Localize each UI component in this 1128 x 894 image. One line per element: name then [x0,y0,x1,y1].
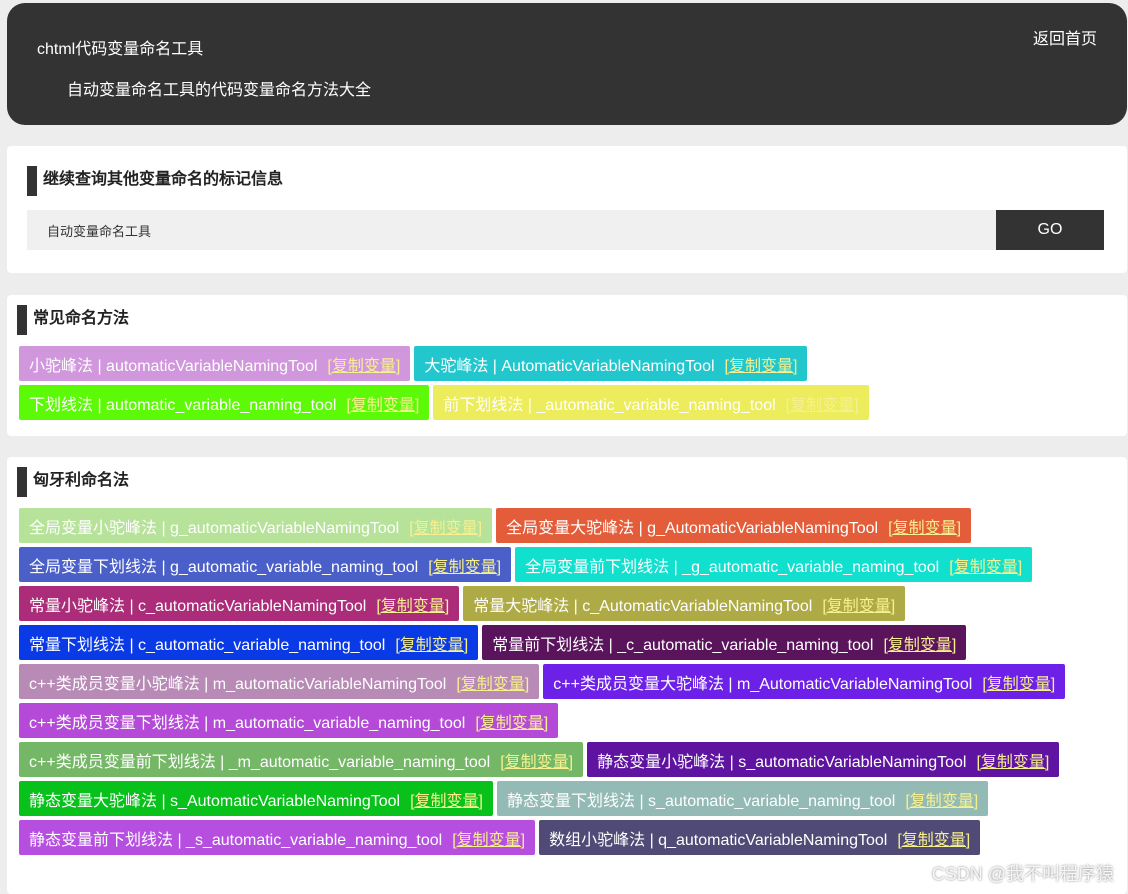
go-button[interactable]: GO [996,210,1104,250]
naming-tag: 常量下划线法 | c_automatic_variable_naming_too… [19,625,479,660]
naming-tag-text: c++类成员变量大驼峰法 | m_AutomaticVariableNaming… [553,675,973,693]
hungarian-tag-list: 全局变量小驼峰法 | g_automaticVariableNamingTool… [19,508,1119,859]
search-section-title: 继续查询其他变量命名的标记信息 [27,166,283,196]
search-input[interactable] [27,210,997,250]
copy-variable-link[interactable]: [复制变量] [475,709,548,733]
naming-tag-text: 数组小驼峰法 | q_automaticVariableNamingTool [549,831,888,849]
naming-tag-text: c++类成员变量小驼峰法 | m_automaticVariableNaming… [29,675,447,693]
naming-tag: 常量大驼峰法 | c_AutomaticVariableNamingTool [复… [463,586,906,621]
naming-tag: 全局变量小驼峰法 | g_automaticVariableNamingTool… [19,508,493,543]
naming-tag-text: 常量小驼峰法 | c_automaticVariableNamingTool [29,597,367,615]
naming-tag-text: 全局变量小驼峰法 | g_automaticVariableNamingTool [29,519,400,537]
copy-variable-link[interactable]: [复制变量] [822,592,895,616]
hungarian-section-title: 匈牙利命名法 [17,467,129,497]
naming-tag-text: 静态变量前下划线法 | _s_automatic_variable_naming… [29,831,443,849]
copy-variable-link[interactable]: [复制变量] [897,826,970,850]
page-header: chtml代码变量命名工具 自动变量命名工具的代码变量命名方法大全 返回首页 [7,3,1127,125]
copy-variable-link[interactable]: [复制变量] [883,631,956,655]
copy-variable-link[interactable]: [复制变量] [725,352,798,376]
copy-variable-link[interactable]: [复制变量] [905,787,978,811]
copy-variable-link[interactable]: [复制变量] [410,787,483,811]
naming-tag-text: 全局变量下划线法 | g_automatic_variable_naming_t… [29,558,419,576]
app-title: chtml代码变量命名工具 [37,41,204,58]
copy-variable-link[interactable]: [复制变量] [395,631,468,655]
copy-variable-link[interactable]: [复制变量] [976,748,1049,772]
watermark: CSDN @我不叫程序猿 [931,864,1114,884]
copy-variable-link[interactable]: [复制变量] [786,391,859,415]
home-link[interactable]: 返回首页 [1033,25,1097,49]
copy-variable-link[interactable]: [复制变量] [327,352,400,376]
naming-tag-text: c++类成员变量前下划线法 | _m_automatic_variable_na… [29,753,491,771]
copy-variable-link[interactable]: [复制变量] [346,391,419,415]
naming-tag-text: 静态变量下划线法 | s_automatic_variable_naming_t… [507,792,896,810]
naming-tag: 静态变量小驼峰法 | s_automaticVariableNamingTool… [587,742,1060,777]
naming-tag-text: 全局变量大驼峰法 | g_AutomaticVariableNamingTool [506,519,879,537]
search-card: 继续查询其他变量命名的标记信息 GO [7,146,1127,273]
common-naming-card: 常见命名方法 小驼峰法 | automaticVariableNamingToo… [7,295,1127,436]
naming-tag-text: 静态变量大驼峰法 | s_AutomaticVariableNamingTool [29,792,401,810]
common-section-title: 常见命名方法 [17,305,129,335]
naming-tag: 常量前下划线法 | _c_automatic_variable_naming_t… [482,625,967,660]
common-tag-list: 小驼峰法 | automaticVariableNamingTool [复制变量]… [19,346,1119,424]
naming-tag-text: 下划线法 | automatic_variable_naming_tool [29,396,337,414]
naming-tag: c++类成员变量大驼峰法 | m_AutomaticVariableNaming… [543,664,1066,699]
naming-tag: c++类成员变量前下划线法 | _m_automatic_variable_na… [19,742,584,777]
naming-tag-text: 常量大驼峰法 | c_AutomaticVariableNamingTool [473,597,813,615]
copy-variable-link[interactable]: [复制变量] [888,514,961,538]
naming-tag: 大驼峰法 | AutomaticVariableNamingTool [复制变量] [414,346,808,381]
naming-tag: 下划线法 | automatic_variable_naming_tool [复制… [19,385,430,420]
copy-variable-link[interactable]: [复制变量] [949,553,1022,577]
copy-variable-link[interactable]: [复制变量] [500,748,573,772]
naming-tag-text: c++类成员变量下划线法 | m_automatic_variable_nami… [29,714,466,732]
copy-variable-link[interactable]: [复制变量] [982,670,1055,694]
copy-variable-link[interactable]: [复制变量] [456,670,529,694]
naming-tag-text: 前下划线法 | _automatic_variable_naming_tool [443,396,776,414]
hungarian-naming-card: 匈牙利命名法 全局变量小驼峰法 | g_automaticVariableNam… [7,457,1127,894]
copy-variable-link[interactable]: [复制变量] [409,514,482,538]
naming-tag-text: 大驼峰法 | AutomaticVariableNamingTool [424,357,715,375]
naming-tag-text: 常量前下划线法 | _c_automatic_variable_naming_t… [492,636,874,654]
naming-tag: 全局变量大驼峰法 | g_AutomaticVariableNamingTool… [496,508,972,543]
naming-tag: 静态变量下划线法 | s_automatic_variable_naming_t… [497,781,989,816]
naming-tag-text: 静态变量小驼峰法 | s_automaticVariableNamingTool [597,753,967,771]
naming-tag: 数组小驼峰法 | q_automaticVariableNamingTool [复… [539,820,981,855]
copy-variable-link[interactable]: [复制变量] [428,553,501,577]
naming-tag-text: 常量下划线法 | c_automatic_variable_naming_too… [29,636,386,654]
naming-tag: 前下划线法 | _automatic_variable_naming_tool [… [433,385,869,420]
page-subtitle: 自动变量命名工具的代码变量命名方法大全 [67,82,372,99]
naming-tag: 常量小驼峰法 | c_automaticVariableNamingTool [复… [19,586,460,621]
naming-tag: 静态变量前下划线法 | _s_automatic_variable_naming… [19,820,536,855]
naming-tag: 全局变量前下划线法 | _g_automatic_variable_naming… [515,547,1033,582]
naming-tag: 全局变量下划线法 | g_automatic_variable_naming_t… [19,547,512,582]
naming-tag: c++类成员变量下划线法 | m_automatic_variable_nami… [19,703,559,738]
naming-tag: c++类成员变量小驼峰法 | m_automaticVariableNaming… [19,664,540,699]
naming-tag: 静态变量大驼峰法 | s_AutomaticVariableNamingTool… [19,781,493,816]
naming-tag-text: 全局变量前下划线法 | _g_automatic_variable_naming… [525,558,940,576]
copy-variable-link[interactable]: [复制变量] [452,826,525,850]
copy-variable-link[interactable]: [复制变量] [376,592,449,616]
naming-tag-text: 小驼峰法 | automaticVariableNamingTool [29,357,318,375]
naming-tag: 小驼峰法 | automaticVariableNamingTool [复制变量] [19,346,411,381]
